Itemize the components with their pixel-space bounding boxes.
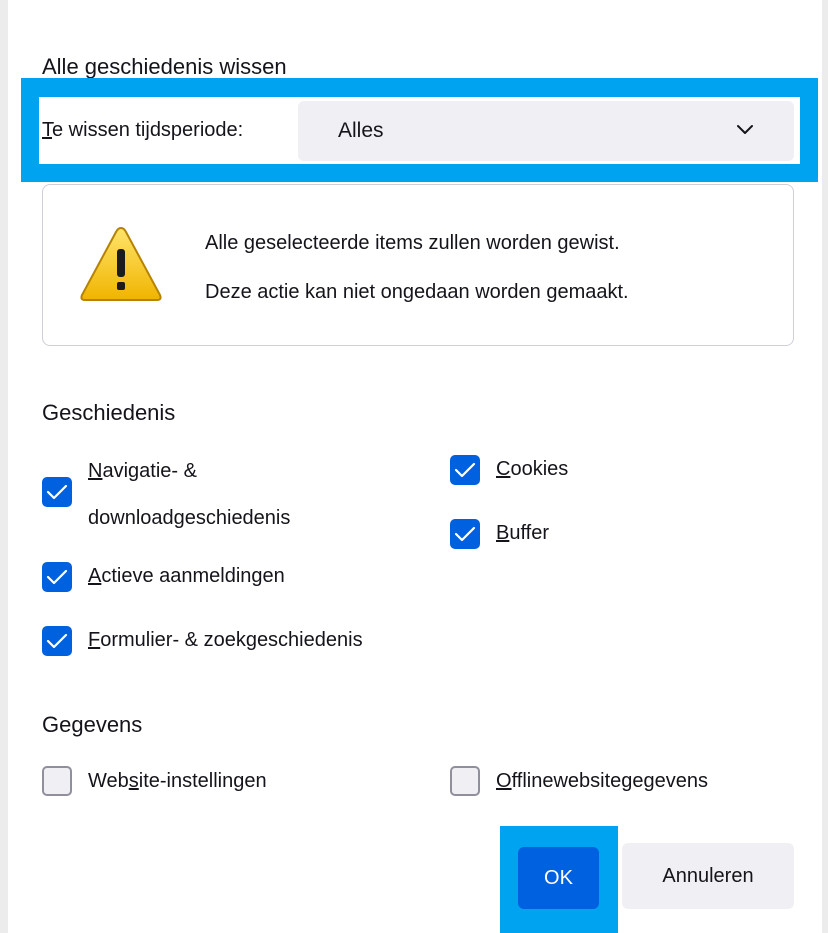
data-heading: Gegevens <box>42 712 143 737</box>
label-text: fflinewebsitegegevens <box>511 770 708 792</box>
ok-button[interactable]: OK <box>518 847 599 909</box>
label-form-search-history[interactable]: Formulier- & zoekgeschiedenis <box>88 617 363 664</box>
warning-text-line1: Alle geselecteerde items zullen worden g… <box>205 232 620 254</box>
checkbox-cookies[interactable] <box>450 455 480 485</box>
label-line1: avigatie- & <box>102 460 197 482</box>
label-text: ormulier- & zoekgeschiedenis <box>100 629 363 651</box>
checkmark-icon <box>46 569 68 585</box>
period-select[interactable]: Alles <box>298 101 794 161</box>
accesskey: N <box>88 460 103 482</box>
dialog-title: Alle geschiedenis wissen <box>42 54 287 79</box>
window-edge-left <box>0 0 8 933</box>
checkmark-icon <box>46 484 68 500</box>
checkbox-active-logins[interactable] <box>42 562 72 592</box>
checkbox-navigation-download-history[interactable] <box>42 477 72 507</box>
checkmark-icon <box>454 526 476 542</box>
accesskey: O <box>496 770 512 792</box>
label-cookies[interactable]: Cookies <box>496 446 568 493</box>
warning-box: Alle geselecteerde items zullen worden g… <box>42 184 794 346</box>
accesskey: C <box>496 458 511 480</box>
window-edge-right <box>822 0 828 933</box>
label-site-settings[interactable]: Website-instellingen <box>88 758 267 805</box>
accesskey: A <box>88 565 102 587</box>
period-label-accesskey: T <box>42 119 52 141</box>
checkbox-buffer[interactable] <box>450 519 480 549</box>
warning-icon <box>80 226 162 301</box>
chevron-down-icon <box>737 125 753 134</box>
clear-history-dialog: Alle geschiedenis wissen Te wissen tijds… <box>0 0 828 933</box>
checkbox-offline-website-data[interactable] <box>450 766 480 796</box>
label-buffer[interactable]: Buffer <box>496 510 549 557</box>
label-text: uffer <box>509 522 550 544</box>
label-text: ctieve aanmeldingen <box>101 565 285 587</box>
period-label-text: e wissen tijdsperiode: <box>52 119 244 141</box>
label-line2: downloadgeschiedenis <box>88 507 291 529</box>
warning-text-line2: Deze actie kan niet ongedaan worden gema… <box>205 281 629 303</box>
history-heading: Geschiedenis <box>42 400 176 425</box>
period-select-value: Alles <box>338 119 384 142</box>
label-text-after: ite-instellingen <box>138 770 267 792</box>
label-text: ookies <box>510 458 569 480</box>
label-active-logins[interactable]: Actieve aanmeldingen <box>88 553 285 600</box>
checkbox-site-settings[interactable] <box>42 766 72 796</box>
accesskey: B <box>496 522 510 544</box>
label-offline-website-data[interactable]: Offlinewebsitegegevens <box>496 758 708 805</box>
label-text-before: Web <box>88 770 129 792</box>
cancel-button[interactable]: Annuleren <box>622 843 794 909</box>
checkmark-icon <box>46 633 68 649</box>
accesskey: s <box>128 770 139 792</box>
period-label: Te wissen tijdsperiode: <box>42 119 243 142</box>
label-navigation-download-history[interactable]: Navigatie- & downloadgeschiedenis <box>88 448 290 542</box>
accesskey: F <box>88 629 101 651</box>
checkbox-form-search-history[interactable] <box>42 626 72 656</box>
checkmark-icon <box>454 462 476 478</box>
